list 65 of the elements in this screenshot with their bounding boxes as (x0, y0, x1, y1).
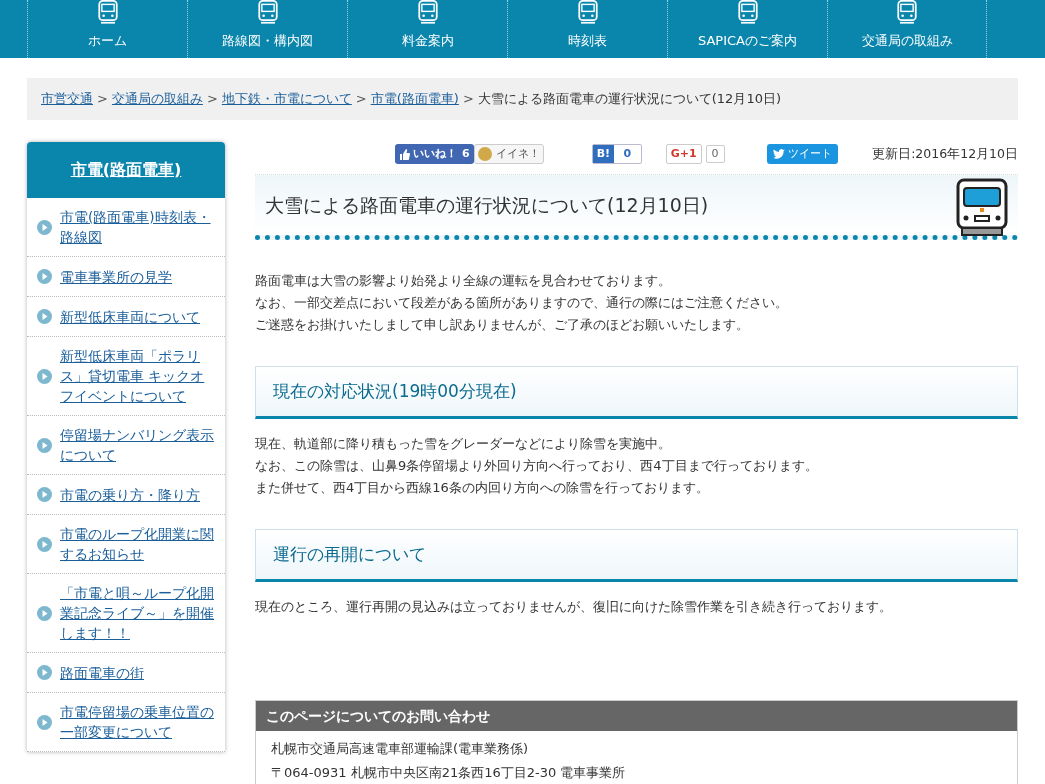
sidebar-link[interactable]: 新型低床車両について (60, 306, 200, 327)
section-heading: 運行の再開について (255, 529, 1018, 582)
breadcrumb-separator: > (355, 90, 367, 109)
sidebar-link[interactable]: 市電の乗り方・降り方 (60, 484, 200, 505)
sidebar-link[interactable]: 「市電と唄～ループ化開業記念ライブ～」を開催します！！ (60, 583, 215, 643)
play-icon (37, 437, 52, 453)
breadcrumb-link[interactable]: 市営交通 (41, 89, 93, 109)
breadcrumb-separator: > (206, 90, 218, 109)
bookmark-count: 0 (622, 145, 633, 162)
train-icon (255, 0, 280, 25)
contact-text: 札幌市交通局高速電車部運輸課(電車業務係) (271, 740, 530, 758)
page-title: 大雪による路面電車の運行状況について(12月10日) (265, 192, 709, 218)
nav-item[interactable]: ホーム (27, 0, 187, 58)
breadcrumb-link[interactable]: 市電(路面電車) (370, 89, 459, 109)
body-text: 現在のところ、運行再開の見込みは立っておりませんが、復旧に向けた除雪作業を引き続き行っております。 (255, 598, 893, 616)
thumbs-up-icon (399, 148, 410, 160)
play-icon (37, 605, 52, 621)
play-icon (37, 309, 52, 324)
contact-text: 〒064-0931 札幌市中央区南21条西16丁目2-30 電車事業所 (271, 764, 627, 782)
train-icon (575, 0, 600, 25)
play-icon (37, 665, 52, 680)
breadcrumb-link[interactable]: 地下鉄・市電について (221, 89, 352, 109)
breadcrumb-separator: > (462, 90, 474, 109)
nav-item[interactable]: 交通局の取組み (827, 0, 987, 58)
contact-heading: このページについてのお問い合わせ (256, 701, 1017, 731)
sidebar-link[interactable]: 市電(路面電車)時刻表・路線図 (60, 207, 215, 247)
bird-icon (772, 149, 785, 159)
play-icon (37, 219, 52, 235)
plus-one-count: 0 (705, 145, 725, 163)
sidebar-link[interactable]: 路面電車の街 (60, 662, 144, 683)
play-icon (37, 368, 52, 384)
sidebar-link[interactable]: 市電のループ化開業に関するお知らせ (60, 524, 215, 564)
train-icon (95, 0, 120, 25)
train-icon (415, 0, 440, 25)
train-icon (895, 0, 919, 25)
play-icon (37, 714, 52, 730)
breadcrumb-separator: > (97, 90, 108, 109)
body-text: ご迷惑をお掛けいたしまして申し訳ありませんが、ご了承のほどお願いいたします。 (255, 316, 750, 334)
play-icon (37, 487, 52, 502)
play-icon (37, 536, 52, 552)
sidebar-link[interactable]: 電車事業所の見学 (60, 266, 172, 287)
like-button[interactable]: いいね！ 6 (395, 144, 474, 164)
nav-item[interactable]: 路線図・構内図 (187, 0, 347, 58)
breadcrumb-current: 大雪による路面電車の運行状況について(12月10日) (477, 90, 781, 109)
sidebar-link[interactable]: 新型低床車両「ポラリス」貸切電車 キックオフイベントについて (60, 346, 215, 406)
nav-item[interactable]: 料金案内 (347, 0, 507, 58)
sidebar-link[interactable]: 停留場ナンバリング表示について (60, 425, 215, 465)
mixi-check-button[interactable]: イイネ！ (473, 144, 544, 164)
play-icon (37, 269, 52, 284)
google-plus-button[interactable]: G+1 (665, 144, 702, 164)
body-text: なお、この除雪は、山鼻9条停留場より外回り方向へ行っており、西4丁目まで行っております。 (255, 457, 819, 475)
body-text: なお、一部交差点において段差がある箇所がありますので、通行の際にはご注意ください。 (255, 294, 789, 312)
tweet-button[interactable]: ツイート (766, 144, 838, 164)
nav-item[interactable]: SAPICAのご案内 (667, 0, 827, 58)
body-text: 現在、軌道部に降り積もった雪をグレーダーなどにより除雪を実施中。 (255, 435, 672, 453)
breadcrumb-link[interactable]: 交通局の取組み (111, 89, 203, 109)
update-date: 更新日:2016年12月10日 (872, 144, 1018, 163)
hatena-bookmark-button[interactable]: B! (592, 145, 615, 163)
train-icon (735, 0, 760, 25)
sidebar-link[interactable]: 市電停留場の乗車位置の一部変更について (60, 702, 215, 742)
body-text: また併せて、西4丁目から西線16条の内回り方向への除雪を行っております。 (255, 479, 710, 497)
section-heading: 現在の対応状況(19時00分現在) (255, 366, 1018, 419)
nav-item[interactable]: 時刻表 (507, 0, 667, 58)
body-text: 路面電車は大雪の影響より始発より全線の運転を見合わせております。 (255, 272, 672, 290)
tram-icon (956, 178, 1008, 238)
